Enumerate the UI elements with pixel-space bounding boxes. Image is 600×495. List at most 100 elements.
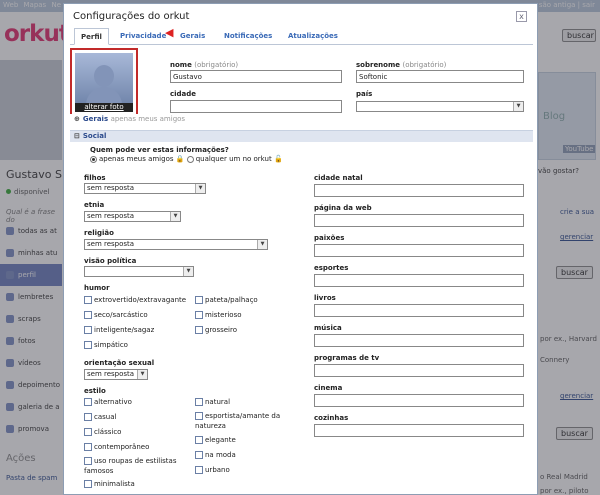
pagina-web-field[interactable]: [314, 214, 524, 227]
radio-anyone-label: qualquer um no orkut: [195, 155, 272, 163]
musica-field[interactable]: [314, 334, 524, 347]
humor-option-label: pateta/palhaço: [205, 296, 258, 304]
checkbox[interactable]: [195, 311, 203, 319]
checkbox[interactable]: [195, 326, 203, 334]
checkbox[interactable]: [84, 311, 92, 319]
pagina-web-label: página da web: [314, 204, 372, 212]
livros-field[interactable]: [314, 304, 524, 317]
humor-option[interactable]: misterioso: [195, 311, 242, 319]
cinema-field[interactable]: [314, 394, 524, 407]
estilo-option[interactable]: esportista/amante da natureza: [195, 411, 287, 431]
humor-option[interactable]: extrovertido/extravagante: [84, 296, 186, 304]
estilo-option[interactable]: na moda: [195, 451, 236, 459]
chevron-down-icon: ▼: [183, 267, 193, 276]
estilo-option[interactable]: minimalista: [84, 480, 135, 488]
checkbox[interactable]: [195, 466, 203, 474]
checkbox[interactable]: [84, 398, 92, 406]
humor-option[interactable]: simpático: [84, 341, 128, 349]
estilo-label: estilo: [84, 387, 106, 395]
humor-option-label: simpático: [94, 341, 128, 349]
tab-privacidade[interactable]: Privacidade: [114, 28, 172, 45]
checkbox[interactable]: [84, 296, 92, 304]
cozinhas-field[interactable]: [314, 424, 524, 437]
checkbox[interactable]: [195, 398, 203, 406]
sobrenome-label-text: sobrenome: [356, 61, 401, 69]
cidade-natal-field[interactable]: [314, 184, 524, 197]
humor-option-label: inteligente/sagaz: [94, 326, 155, 334]
estilo-option-label: contemporâneo: [94, 443, 150, 451]
expand-icon: ⊕: [74, 115, 80, 123]
paixoes-field[interactable]: [314, 244, 524, 257]
gerais-section-header[interactable]: ⊕ Gerais apenas meus amigos: [70, 114, 533, 126]
checkbox[interactable]: [195, 412, 203, 420]
estilo-option[interactable]: clássico: [84, 428, 121, 436]
close-icon[interactable]: x: [516, 11, 527, 22]
nome-label-text: nome: [170, 61, 192, 69]
humor-option[interactable]: pateta/palhaço: [195, 296, 258, 304]
filhos-select[interactable]: sem resposta ▼: [84, 183, 206, 194]
orientacao-value: sem resposta: [87, 370, 135, 378]
checkbox[interactable]: [84, 428, 92, 436]
lock-icon: 🔒: [175, 155, 185, 163]
estilo-option[interactable]: alternativo: [84, 398, 132, 406]
estilo-option-label: casual: [94, 413, 117, 421]
etnia-value: sem resposta: [87, 212, 135, 220]
religiao-select[interactable]: sem resposta ▼: [84, 239, 268, 250]
estilo-option[interactable]: uso roupas de estilistas famosos: [84, 456, 188, 476]
radio-anyone[interactable]: [186, 155, 194, 163]
etnia-label: etnia: [84, 201, 105, 209]
humor-option[interactable]: seco/sarcástico: [84, 311, 148, 319]
checkbox[interactable]: [84, 480, 92, 488]
esportes-field[interactable]: [314, 274, 524, 287]
estilo-option[interactable]: casual: [84, 413, 116, 421]
tab-notificacoes[interactable]: Notificações: [218, 28, 278, 45]
tab-perfil[interactable]: Perfil: [74, 28, 109, 45]
chevron-down-icon: ▼: [195, 184, 205, 193]
pais-select[interactable]: ▼: [356, 101, 524, 112]
gerais-sub: apenas meus amigos: [110, 115, 186, 123]
programas-tv-field[interactable]: [314, 364, 524, 377]
checkbox[interactable]: [84, 413, 92, 421]
estilo-option-label: minimalista: [94, 480, 135, 488]
checkbox[interactable]: [195, 436, 203, 444]
tab-atualizacoes[interactable]: Atualizações: [282, 28, 344, 45]
avatar-frame[interactable]: alterar foto: [70, 48, 138, 117]
nome-field[interactable]: Gustavo: [170, 70, 342, 83]
settings-dialog: Configurações do orkut x Perfil Privacid…: [63, 3, 538, 495]
humor-option[interactable]: grosseiro: [195, 326, 237, 334]
cidade-field[interactable]: [170, 100, 342, 113]
visao-select[interactable]: ▼: [84, 266, 194, 277]
estilo-option[interactable]: natural: [195, 398, 230, 406]
humor-option[interactable]: inteligente/sagaz: [84, 326, 154, 334]
checkbox[interactable]: [84, 457, 92, 465]
nome-req: (obrigatório): [194, 61, 239, 69]
orientacao-label: orientação sexual: [84, 359, 155, 367]
estilo-option-label: esportista/amante da natureza: [195, 412, 281, 430]
checkbox[interactable]: [195, 451, 203, 459]
sobrenome-label: sobrenome (obrigatório): [356, 61, 446, 69]
pais-label: país: [356, 90, 373, 98]
checkbox[interactable]: [84, 443, 92, 451]
filhos-value: sem resposta: [87, 184, 135, 192]
visao-label: visão política: [84, 257, 137, 265]
chevron-down-icon: ▼: [137, 370, 147, 379]
estilo-option-label: urbano: [205, 466, 230, 474]
programas-tv-label: programas de tv: [314, 354, 380, 362]
social-section-header[interactable]: ⊟ Social: [70, 130, 533, 142]
checkbox[interactable]: [84, 341, 92, 349]
etnia-select[interactable]: sem resposta ▼: [84, 211, 181, 222]
sobrenome-field[interactable]: Softonic: [356, 70, 524, 83]
estilo-option[interactable]: elegante: [195, 436, 236, 444]
checkbox[interactable]: [84, 326, 92, 334]
radio-friends[interactable]: [90, 155, 97, 163]
estilo-option[interactable]: contemporâneo: [84, 443, 149, 451]
tab-gerais[interactable]: Gerais: [174, 28, 211, 45]
orientacao-select[interactable]: sem resposta ▼: [84, 369, 148, 380]
alterar-foto-link[interactable]: alterar foto: [75, 103, 133, 112]
estilo-option-label: uso roupas de estilistas famosos: [84, 457, 177, 475]
estilo-option[interactable]: urbano: [195, 466, 230, 474]
privacy-options: apenas meus amigos 🔒 qualquer um no orku…: [90, 155, 283, 163]
checkbox[interactable]: [195, 296, 203, 304]
musica-label: música: [314, 324, 342, 332]
cozinhas-label: cozinhas: [314, 414, 349, 422]
